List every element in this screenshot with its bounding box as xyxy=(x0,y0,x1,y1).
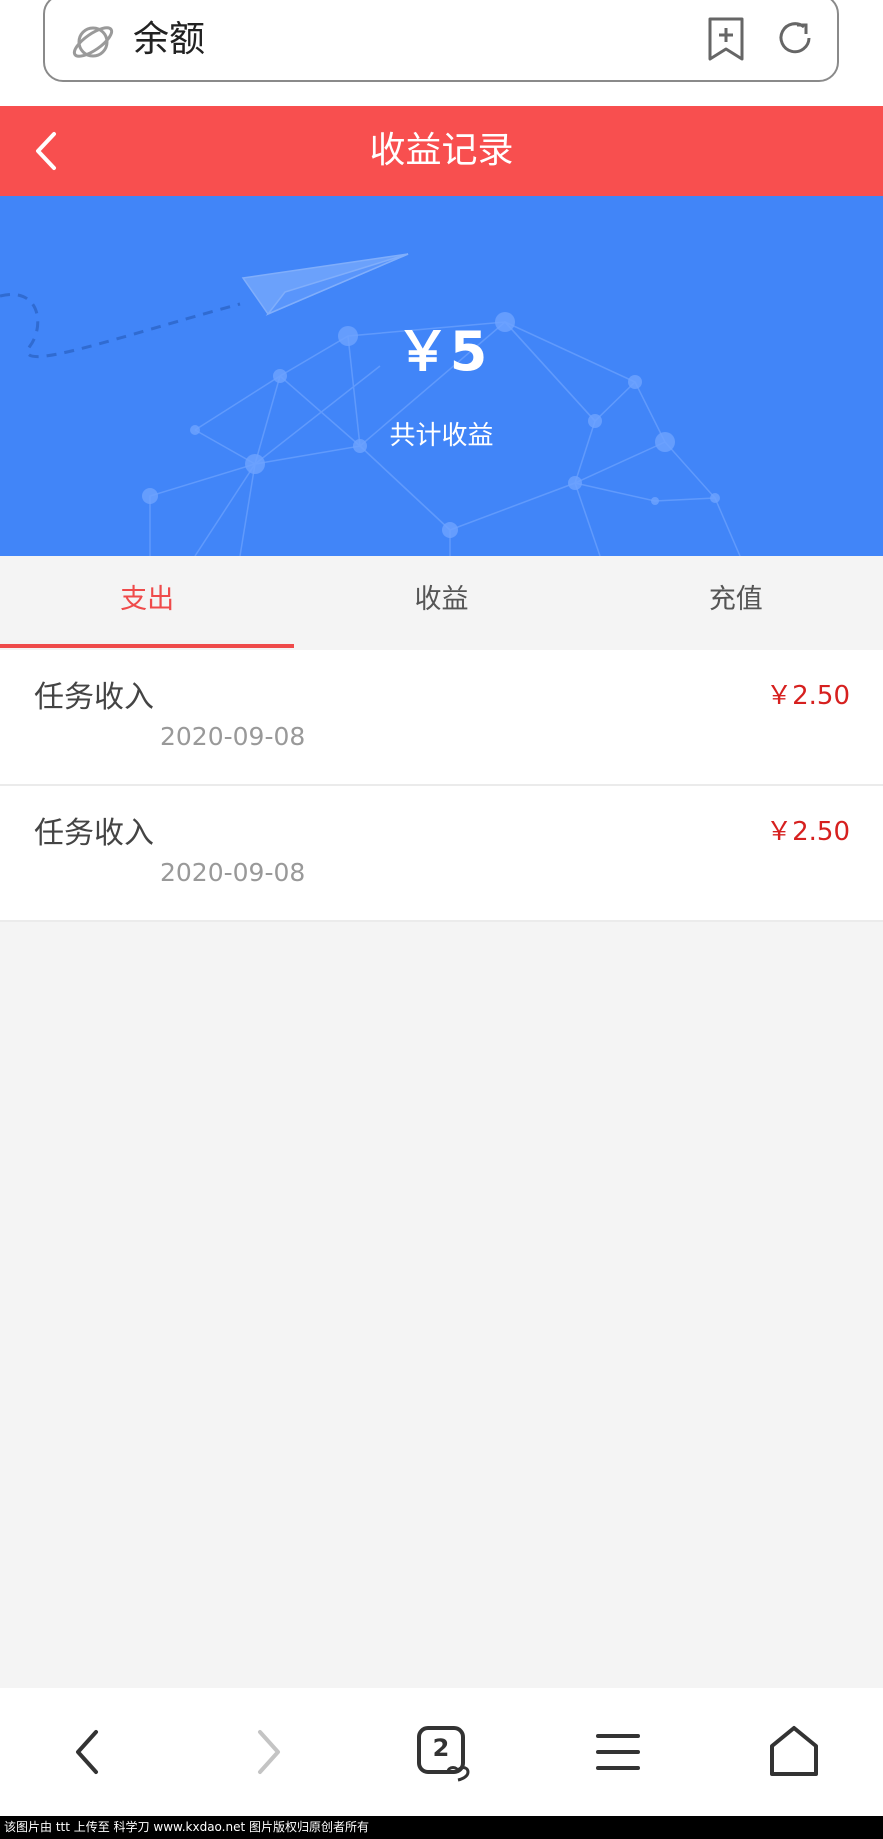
list-item[interactable]: 任务收入 2020-09-08 ￥2.50 xyxy=(0,786,883,922)
tabs-button[interactable]: 2 xyxy=(412,1722,472,1782)
record-amount: ￥2.50 xyxy=(766,681,850,711)
refresh-icon[interactable] xyxy=(773,16,817,60)
browser-bottom-nav: 2 xyxy=(0,1688,883,1816)
page-title: 收益记录 xyxy=(369,130,514,171)
tab-label: 支出 xyxy=(120,584,175,615)
record-title: 任务收入 xyxy=(34,680,154,715)
watermark-strip: 该图片由 ttt 上传至 科学刀 www.kxdao.net 图片版权归原创者所… xyxy=(0,1816,883,1839)
back-icon[interactable] xyxy=(28,128,68,174)
list-item[interactable]: 任务收入 2020-09-08 ￥2.50 xyxy=(0,650,883,786)
record-list: 任务收入 2020-09-08 ￥2.50 任务收入 2020-09-08 ￥2… xyxy=(0,650,883,922)
app-header: 收益记录 xyxy=(0,106,883,196)
record-amount: ￥2.50 xyxy=(766,817,850,847)
record-title: 任务收入 xyxy=(34,816,154,851)
earnings-banner: ￥5 共计收益 xyxy=(0,196,883,556)
record-tabs: 支出 收益 充值 xyxy=(0,556,883,650)
tab-expense[interactable]: 支出 xyxy=(0,556,294,650)
address-bar[interactable]: 余额 xyxy=(43,0,839,82)
back-arrow-icon[interactable] xyxy=(60,1722,120,1782)
tab-earnings[interactable]: 收益 xyxy=(294,556,588,650)
total-earnings-amount: ￥5 xyxy=(395,320,488,383)
home-icon[interactable] xyxy=(764,1722,824,1782)
total-earnings-label: 共计收益 xyxy=(389,421,494,451)
tab-count: 2 xyxy=(432,1734,450,1762)
menu-icon[interactable] xyxy=(588,1722,648,1782)
record-date: 2020-09-08 xyxy=(160,858,306,887)
browser-top-bar: 余额 xyxy=(0,0,883,106)
record-date: 2020-09-08 xyxy=(160,722,306,751)
tab-label: 充值 xyxy=(708,584,763,615)
add-bookmark-icon[interactable] xyxy=(705,16,747,62)
tab-recharge[interactable]: 充值 xyxy=(589,556,883,650)
tab-active-indicator xyxy=(0,644,294,648)
forward-arrow-icon[interactable] xyxy=(236,1722,296,1782)
address-text[interactable]: 余额 xyxy=(133,14,205,66)
planet-icon xyxy=(72,26,114,58)
tab-label: 收益 xyxy=(414,584,469,615)
